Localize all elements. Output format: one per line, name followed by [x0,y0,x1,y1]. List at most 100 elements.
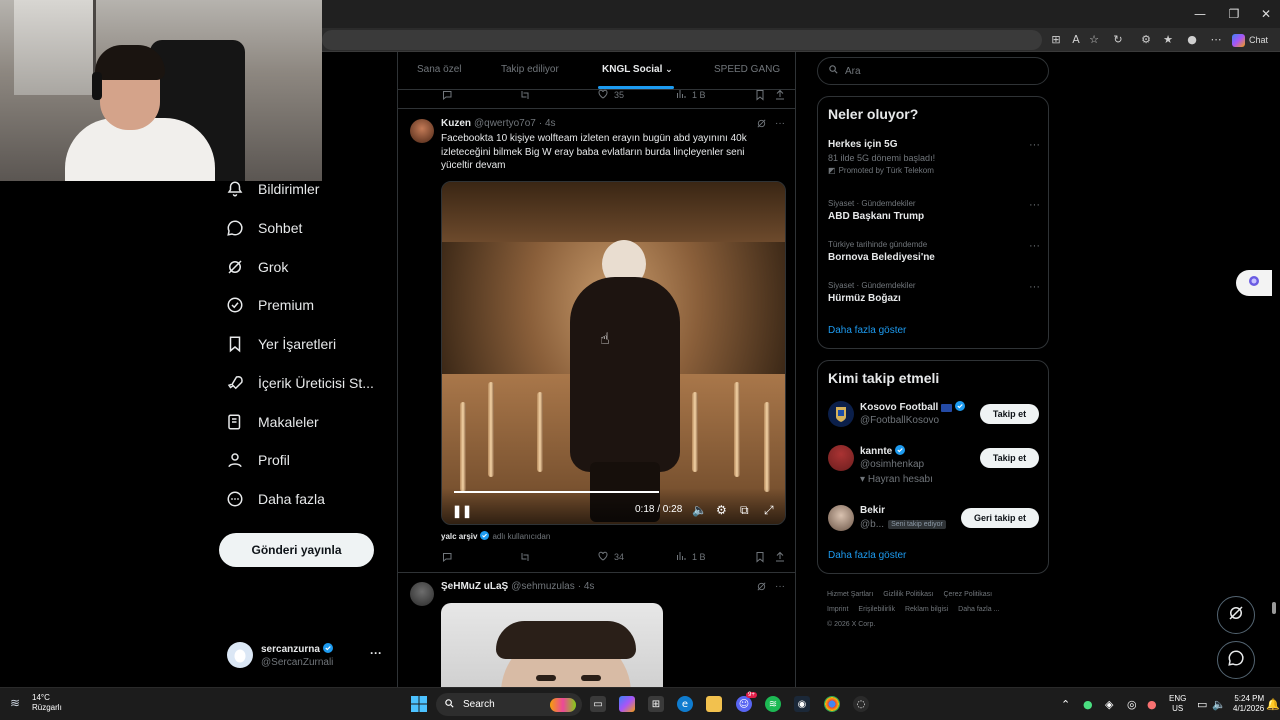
obs-icon[interactable]: ◌ [853,696,869,712]
trends-show-more-link[interactable]: Daha fazla göster [828,325,906,336]
who-show-more-link[interactable]: Daha fazla göster [828,550,906,561]
show-hidden-icons[interactable]: ⌃ [1061,698,1070,711]
taskbar-search[interactable]: Search [436,693,582,716]
refresh-icon[interactable]: ↻ [1110,32,1126,48]
reply-icon[interactable] [441,89,453,101]
minimize-icon[interactable]: — [1188,4,1212,24]
follow-button[interactable]: Takip et [980,448,1039,468]
tweet-handle[interactable]: @sehmuzulas [511,581,575,592]
follow-suggestion[interactable]: kannte @osimhenkap ▾ Hayran hesabı Takip… [828,445,1040,485]
nav-item-grok[interactable]: Grok [226,253,288,281]
retweet-icon[interactable] [519,89,531,101]
like-button[interactable]: 34 [597,550,624,564]
footer-link[interactable]: Daha fazla ... [958,606,999,613]
more-icon[interactable]: ··· [1029,281,1040,293]
search-input[interactable]: Ara [817,57,1049,85]
follow-back-button[interactable]: Geri takip et [961,508,1039,528]
grok-explain-icon[interactable] [756,118,767,132]
more-icon[interactable]: ··· [1029,240,1040,252]
avatar[interactable] [410,119,434,143]
account-more-icon[interactable]: ··· [370,646,382,660]
nav-item-bookmarks[interactable]: Yer İşaretleri [226,330,336,358]
more-icon[interactable]: ··· [1029,139,1040,151]
volume-icon[interactable]: 🔈 [1212,698,1226,711]
tray-app-icon[interactable]: ● [1083,698,1093,711]
start-icon[interactable] [411,696,427,712]
trend-item[interactable]: Türkiye tarihinde gündemde Bornova Beled… [828,240,1040,263]
footer-link[interactable]: Reklam bilgisi [905,606,948,613]
tweet-author[interactable]: ŞeHMuZ uLaŞ [441,581,508,592]
reply-icon[interactable] [441,551,453,563]
follow-button[interactable]: Takip et [980,404,1039,424]
volume-icon[interactable]: 🔈 [692,503,707,517]
share-icon[interactable] [774,551,786,563]
follow-suggestion[interactable]: Bekir @b... Seni takip ediyor Geri takip… [828,505,1040,545]
copilot-app-icon[interactable] [619,696,635,712]
read-aloud-icon[interactable]: A [1068,32,1084,48]
more-icon[interactable]: ··· [1029,199,1040,211]
trend-item[interactable]: Siyaset · Gündemdekiler ABD Başkanı Trum… [828,199,1040,222]
tweet-author[interactable]: Kuzen [441,118,471,129]
pause-icon[interactable]: ❚❚ [452,504,472,518]
copilot-chat-button[interactable]: Chat [1232,31,1276,49]
pip-icon[interactable]: ⧉ [740,503,749,518]
tab-following[interactable]: Takip ediliyor [501,64,559,75]
microphone-icon[interactable]: ● [1147,698,1157,711]
tray-app-icon[interactable]: ◎ [1127,698,1137,711]
edge-icon[interactable]: e [677,696,693,712]
profile-icon[interactable]: ● [1184,32,1200,48]
nav-item-more[interactable]: Daha fazla [226,485,325,513]
video-progress-bar[interactable] [454,491,659,493]
tab-kngl-social[interactable]: KNGL Social ⌄ [602,64,673,75]
more-icon[interactable]: ··· [775,118,785,132]
video-attribution[interactable]: yalc arşiv adlı kullanıcıdan [441,531,550,542]
footer-link[interactable]: Çerez Politikası [943,591,992,598]
avatar[interactable] [410,582,434,606]
bookmark-icon[interactable] [754,551,766,563]
post-button[interactable]: Gönderi yayınla [219,533,374,567]
grok-fab-button[interactable] [1217,596,1255,634]
nav-item-creator-studio[interactable]: İçerik Üreticisi St... [226,369,374,397]
bookmark-icon[interactable] [754,89,766,101]
store-icon[interactable]: ⊞ [648,696,664,712]
nav-item-chat[interactable]: Sohbet [226,214,302,242]
trend-item[interactable]: Siyaset · Gündemdekiler Hürmüz Boğazı ··… [828,281,1040,304]
more-icon[interactable]: ··· [775,581,785,595]
extensions-icon[interactable]: ⚙ [1138,32,1154,48]
retweet-icon[interactable] [519,551,531,563]
close-icon[interactable]: ✕ [1254,4,1278,24]
share-icon[interactable] [774,89,786,101]
nav-item-articles[interactable]: Makaleler [226,408,319,436]
network-icon[interactable]: ▭ [1197,698,1207,711]
notifications-icon[interactable]: 🔔 [1266,698,1280,711]
language-indicator[interactable]: ENG US [1169,694,1186,714]
settings-icon[interactable]: ⚙ [716,503,727,517]
weather-widget[interactable]: ≋ 14°C Rüzgarlı [10,693,62,713]
spotify-icon[interactable]: ≋ [765,696,781,712]
footer-link[interactable]: Erişilebilirlik [858,606,895,613]
video-player[interactable]: ☝ ❚❚ 0:18 / 0:28 🔈 ⚙ ⧉ ⤢ [441,181,786,525]
tab-speed-gang[interactable]: SPEED GANG [714,64,780,75]
nav-item-profile[interactable]: Profil [226,446,290,474]
apps-icon[interactable]: ⊞ [1048,32,1064,48]
tweet-image[interactable] [441,603,663,687]
favorites-icon[interactable]: ★ [1160,32,1176,48]
like-button[interactable]: 35 [597,88,624,102]
page-scrollbar[interactable] [1270,52,1278,687]
views-button[interactable]: 1 B [675,550,706,564]
chrome-icon[interactable] [824,696,840,712]
grok-explain-icon[interactable] [756,581,767,595]
address-field[interactable] [322,30,1042,50]
fullscreen-icon[interactable]: ⤢ [764,503,774,518]
account-switcher[interactable]: sercanzurna @SercanZurnali ··· [227,640,387,672]
nav-item-premium[interactable]: Premium [226,291,314,319]
tweet-handle[interactable]: @qwertyo7o7 [474,118,536,129]
scroll-thumb[interactable] [1272,602,1276,614]
task-view-icon[interactable]: ▭ [590,696,606,712]
favorite-star-icon[interactable]: ☆ [1086,32,1102,48]
discord-icon[interactable]: ☺ [736,696,752,712]
tab-for-you[interactable]: Sana özel [417,64,461,75]
clock[interactable]: 5:24 PM 4/1/2026 [1233,694,1264,714]
file-explorer-icon[interactable] [706,696,722,712]
trend-item[interactable]: Herkes için 5G 81 ilde 5G dönemi başladı… [828,139,1040,175]
